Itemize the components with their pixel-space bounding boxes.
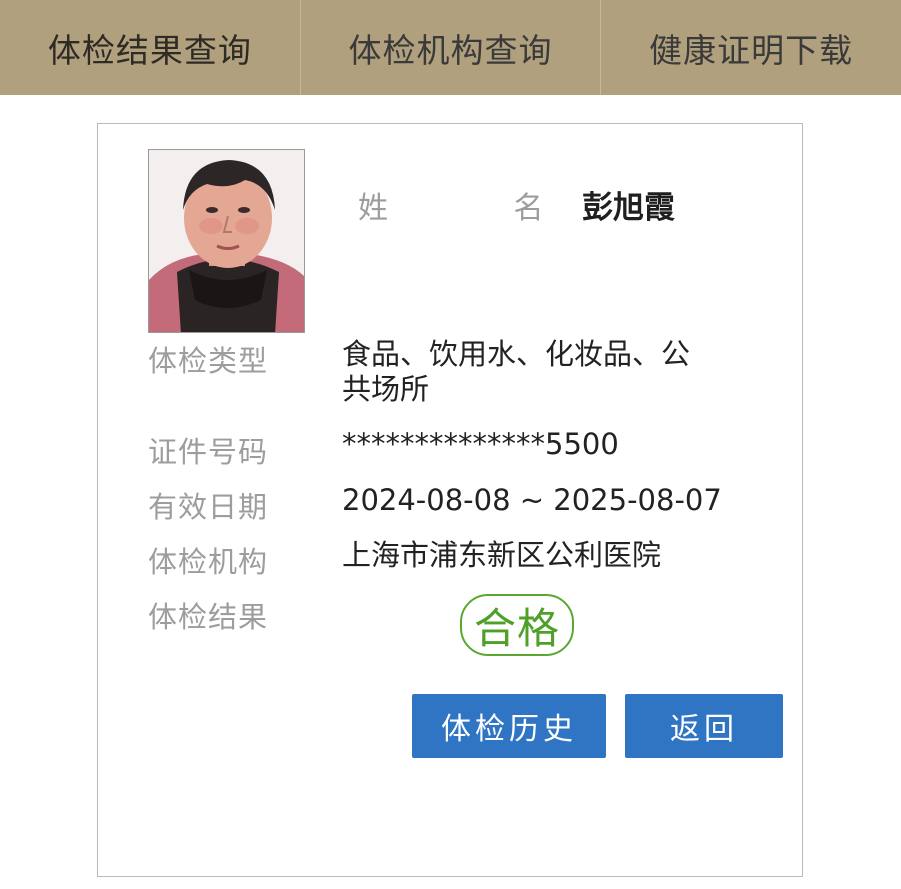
name-value: 彭旭霞 (582, 190, 675, 226)
id-number-value: **************5500 (342, 427, 619, 461)
validity-label: 有效日期 (148, 490, 269, 524)
exam-history-button[interactable]: 体检历史 (412, 694, 606, 758)
name-label: 姓 名 (358, 191, 602, 226)
result-pass-stamp: 合格 (460, 594, 574, 656)
result-label: 体检结果 (148, 600, 269, 634)
person-photo (148, 149, 305, 333)
avatar-photo-icon (149, 150, 304, 332)
institution-label: 体检机构 (148, 545, 269, 579)
tab-exam-institution-query[interactable]: 体检机构查询 (299, 0, 601, 95)
back-button[interactable]: 返回 (625, 694, 783, 758)
exam-type-value-line1: 食品、饮用水、化妆品、公 (342, 337, 691, 371)
tab-exam-result-query[interactable]: 体检结果查询 (0, 0, 300, 95)
institution-value: 上海市浦东新区公利医院 (342, 538, 662, 572)
tab-health-certificate-download[interactable]: 健康证明下载 (600, 0, 901, 95)
validity-value: 2024-08-08 ~ 2025-08-07 (342, 483, 722, 517)
exam-type-value-line2: 共场所 (342, 372, 430, 406)
top-nav: 体检结果查询 体检机构查询 健康证明下载 (0, 0, 901, 95)
exam-type-label: 体检类型 (148, 344, 269, 378)
id-number-label: 证件号码 (148, 435, 269, 469)
